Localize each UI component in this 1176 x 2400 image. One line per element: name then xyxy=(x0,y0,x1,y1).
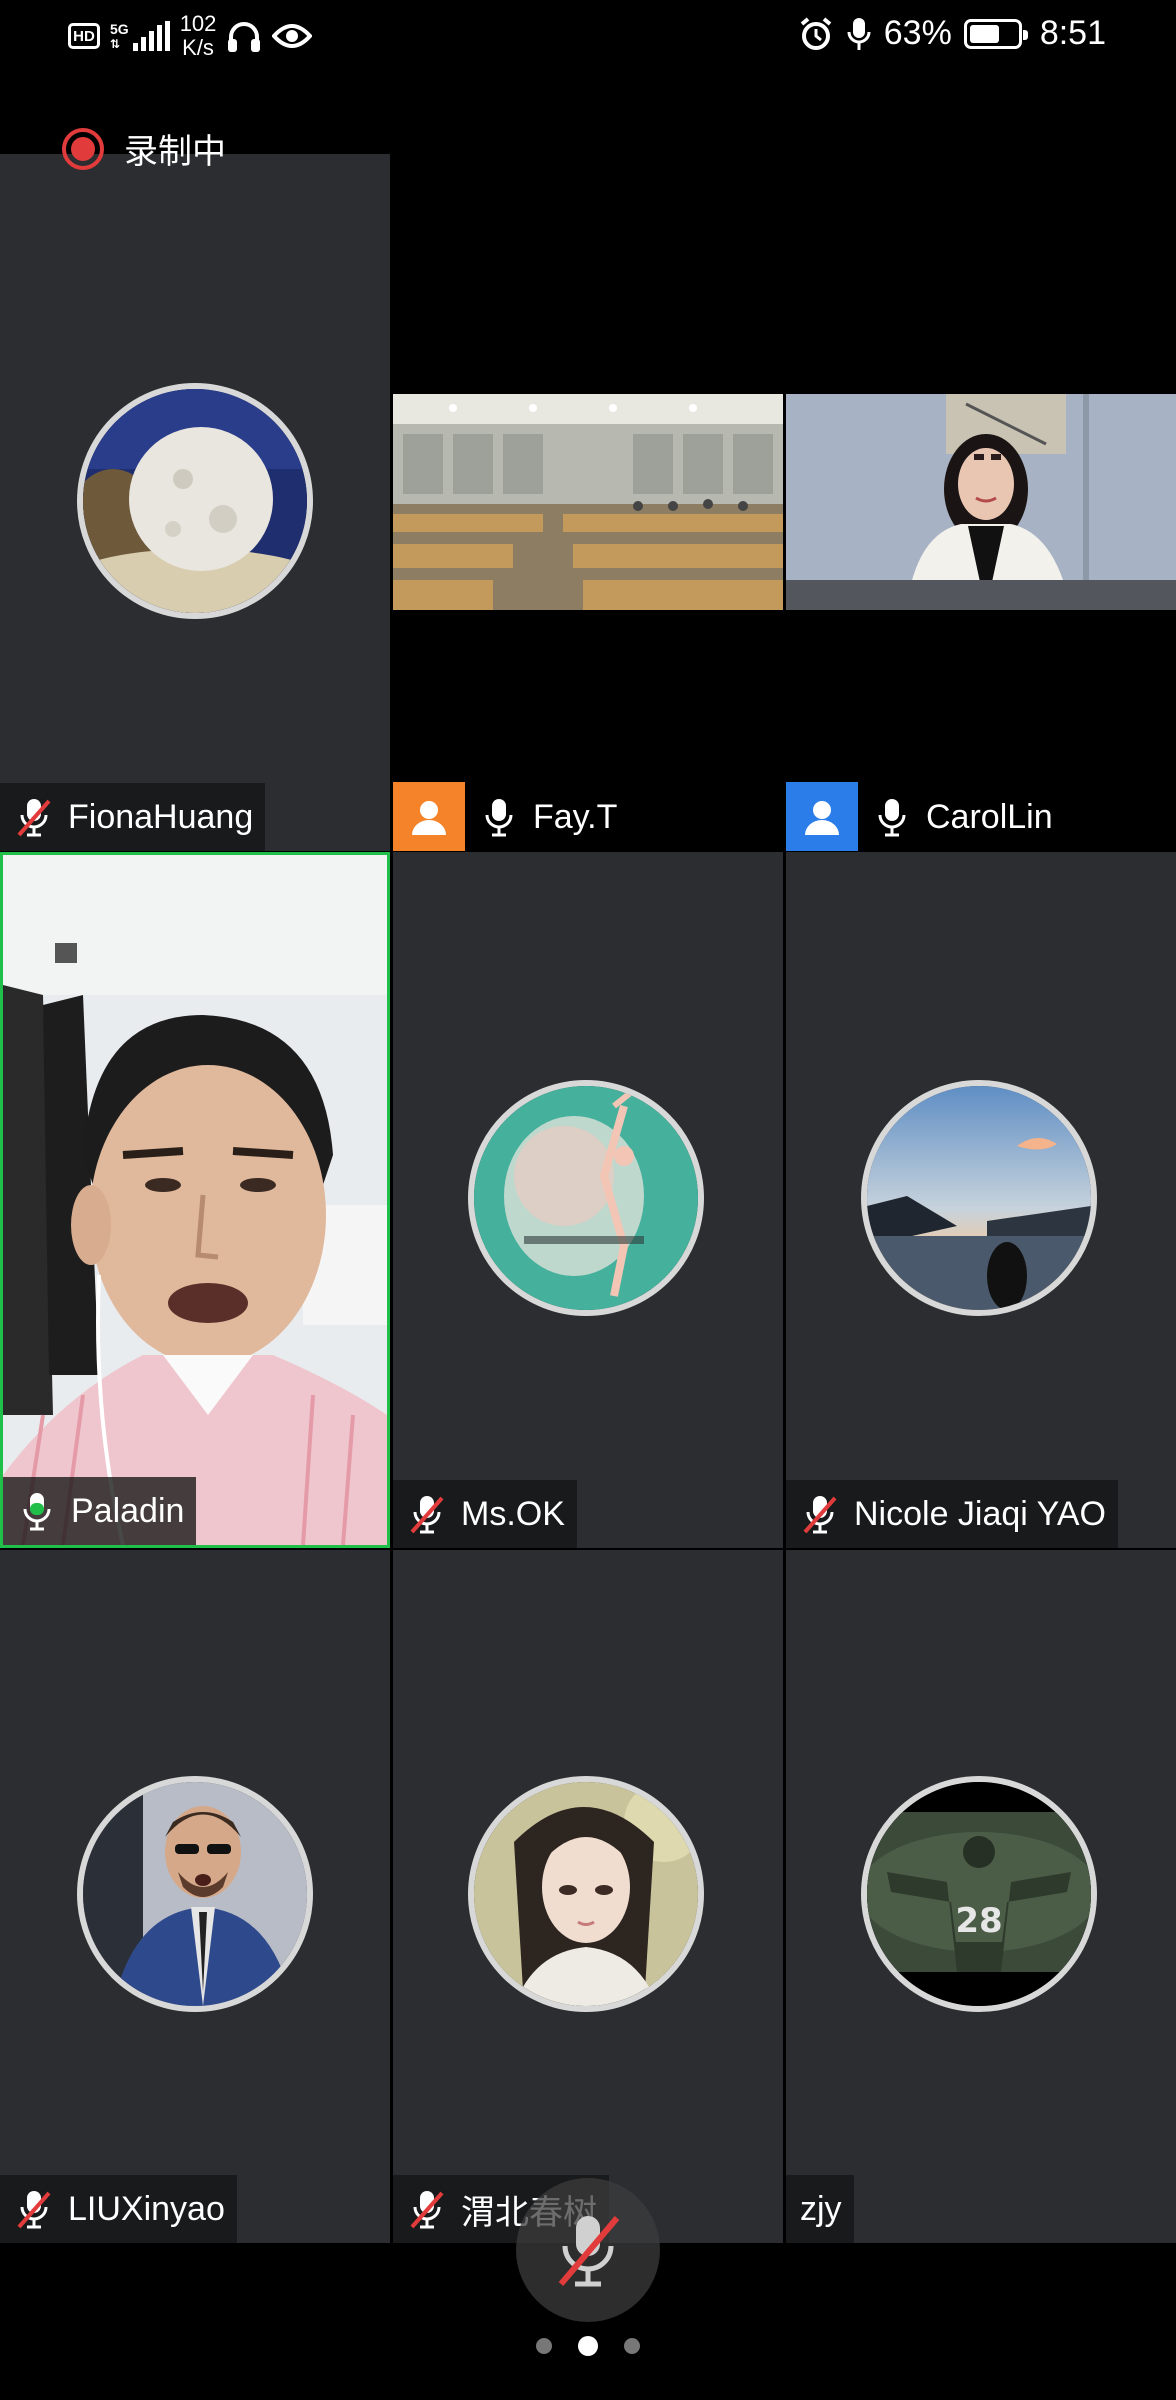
video-feed-paladin xyxy=(3,855,387,1545)
nameplate: Nicole Jiaqi YAO xyxy=(786,1480,1118,1548)
svg-text:28: 28 xyxy=(955,1901,1002,1941)
mic-muted-icon xyxy=(17,799,51,837)
participant-name: Nicole Jiaqi YAO xyxy=(854,1494,1106,1533)
participant-name: zjy xyxy=(800,2189,842,2228)
avatar-liuxinyao xyxy=(77,1776,313,2012)
person-icon xyxy=(412,801,446,835)
participant-name: Fay.T xyxy=(533,797,618,836)
nameplate: Paladin xyxy=(3,1477,197,1545)
nameplate: zjy xyxy=(786,2175,854,2243)
clock: 8:51 xyxy=(1039,14,1106,52)
page-indicator[interactable] xyxy=(536,2336,640,2356)
signal-icon xyxy=(132,21,170,51)
recording-label: 录制中 xyxy=(124,133,226,171)
mic-muted-icon xyxy=(410,1496,444,1534)
avatar-nicole-jiaqi-yao xyxy=(861,1080,1097,1316)
person-badge xyxy=(393,782,465,851)
network-type: 5G ⇅ xyxy=(110,21,129,51)
mic-muted-icon xyxy=(558,2216,620,2287)
battery-percent: 63% xyxy=(883,14,952,52)
participant-tile-zjy[interactable]: 28 zjy xyxy=(786,1550,1176,2243)
avatar-zjy: 28 xyxy=(861,1776,1097,2012)
participant-tile-msok[interactable]: Ms.OK xyxy=(393,852,783,1548)
page-dot-active[interactable] xyxy=(578,2336,598,2356)
mic-muted-icon xyxy=(803,1496,837,1534)
mic-speaking-icon xyxy=(23,1493,51,1531)
mic-on-icon xyxy=(878,799,906,837)
nameplate: FionaHuang xyxy=(0,783,266,851)
mic-on-icon xyxy=(485,799,513,837)
eye-comfort-icon xyxy=(272,24,313,48)
record-icon xyxy=(62,127,104,170)
participant-tile-fayt[interactable]: Fay.T xyxy=(393,154,783,851)
nameplate: LIUXinyao xyxy=(0,2175,237,2243)
recording-indicator[interactable]: 录制中 xyxy=(62,124,226,173)
nameplate: CarolLin xyxy=(786,782,1065,851)
video-feed-carollin xyxy=(786,394,1176,610)
page-dot[interactable] xyxy=(536,2338,552,2354)
status-bar: HD 5G ⇅ 102 K/s 63% 8:51 xyxy=(0,0,1176,76)
person-icon xyxy=(805,801,839,835)
participant-tile-paladin[interactable]: Paladin xyxy=(0,852,390,1548)
participant-tile-liuxinyao[interactable]: LIUXinyao xyxy=(0,1550,390,2243)
network-speed: 102 K/s xyxy=(179,11,217,60)
battery-icon xyxy=(963,18,1028,49)
participant-name: Ms.OK xyxy=(461,1494,565,1533)
nameplate: Fay.T xyxy=(393,782,629,851)
mute-toggle-button[interactable] xyxy=(516,2178,660,2322)
page-dot[interactable] xyxy=(624,2338,640,2354)
participant-tile-nicole-jiaqi-yao[interactable]: Nicole Jiaqi YAO xyxy=(786,852,1176,1548)
nameplate: Ms.OK xyxy=(393,1480,577,1548)
mic-muted-icon xyxy=(17,2191,51,2229)
participant-tile-weibeichunshu[interactable]: 渭北春树 xyxy=(393,1550,783,2243)
avatar-fionahuang xyxy=(77,383,313,619)
mic-muted-icon xyxy=(410,2191,444,2229)
participant-name: FionaHuang xyxy=(68,797,254,836)
avatar-weibeichunshu xyxy=(468,1776,704,2012)
microphone-status-icon xyxy=(847,17,871,50)
headphones-icon xyxy=(228,22,261,52)
avatar-msok xyxy=(468,1080,704,1316)
person-badge xyxy=(786,782,858,851)
video-feed-fayt xyxy=(393,394,783,610)
participant-name: CarolLin xyxy=(926,797,1053,836)
participant-name: LIUXinyao xyxy=(68,2189,225,2228)
participant-name: Paladin xyxy=(71,1491,185,1530)
participant-tile-fionahuang[interactable]: FionaHuang xyxy=(0,154,390,851)
alarm-icon xyxy=(800,16,832,50)
hd-voice-icon: HD xyxy=(68,23,100,49)
participant-tile-carollin[interactable]: CarolLin xyxy=(786,154,1176,851)
